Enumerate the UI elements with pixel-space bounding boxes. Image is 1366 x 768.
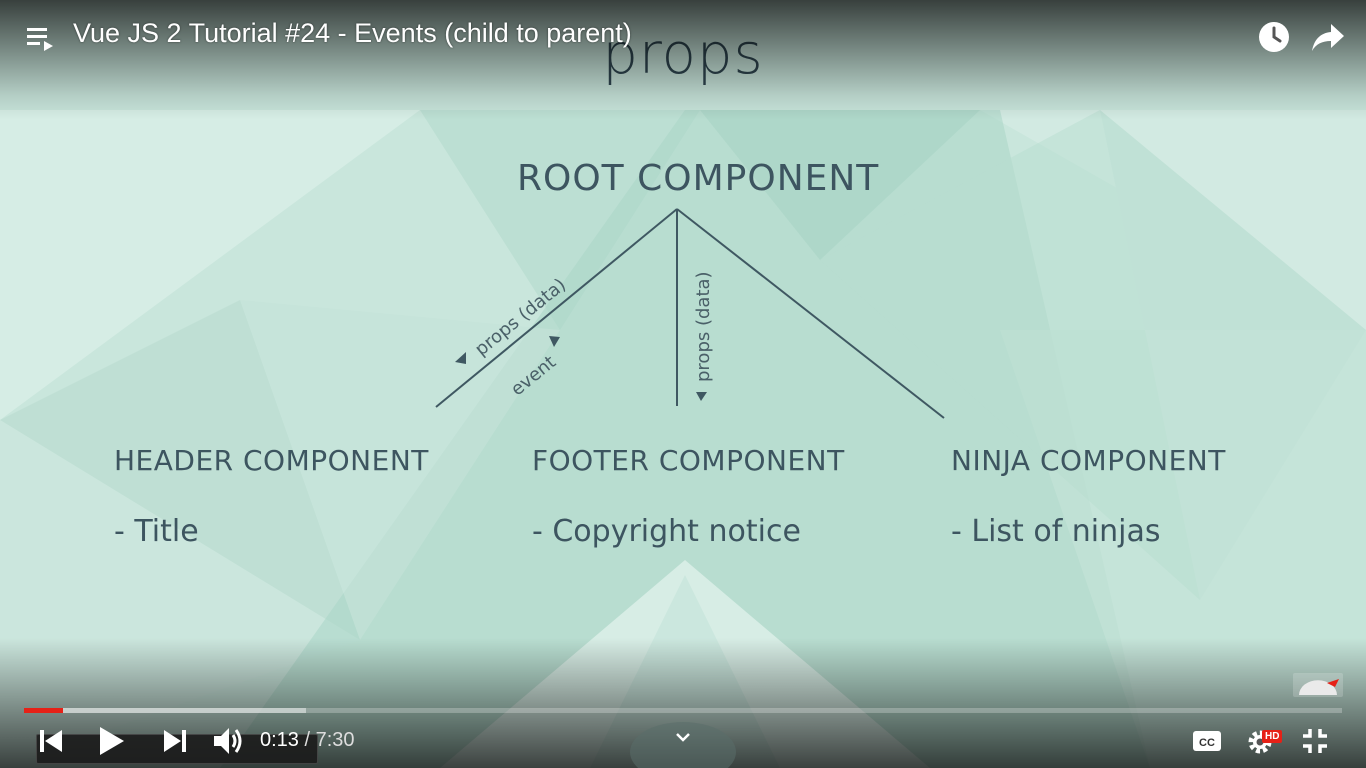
header-component-item: - Title [114,514,199,549]
duration: 7:30 [315,729,355,751]
skip-next-icon[interactable] [162,728,188,758]
skip-previous-icon[interactable] [38,728,64,758]
time-separator: / [298,729,316,751]
cc-icon[interactable]: CC [1192,729,1222,757]
root-component-label: ROOT COMPONENT [517,158,880,199]
footer-component-label: FOOTER COMPONENT [532,444,845,477]
svg-text:CC: CC [1199,737,1215,749]
volume-icon[interactable] [212,725,244,761]
time-display: 0:13 / 7:30 [260,729,355,752]
footer-component-item: - Copyright notice [532,514,801,549]
chevron-down-icon [676,733,690,742]
header-component-label: HEADER COMPONENT [114,444,429,477]
exit-fullscreen-icon[interactable] [1301,727,1329,759]
progress-buffered [24,708,307,713]
edge-label-props-center: props (data) [693,271,714,382]
video-frame[interactable]: props ROOT COMPONENT props (data) event … [0,0,1366,768]
progress-played [24,708,63,713]
channel-watermark[interactable] [1293,673,1343,697]
playlist-icon[interactable] [27,26,57,56]
hd-badge: HD [1262,730,1283,743]
ninja-component-label: NINJA COMPONENT [951,444,1226,477]
progress-bar[interactable] [24,708,1342,713]
share-arrow-icon[interactable] [1311,22,1345,56]
video-title[interactable]: Vue JS 2 Tutorial #24 - Events (child to… [73,18,632,49]
clock-icon[interactable] [1257,20,1291,58]
ninja-component-item: - List of ninjas [951,514,1161,549]
play-icon[interactable] [98,725,126,761]
current-time: 0:13 [260,729,299,751]
expand-panel-button[interactable] [630,722,736,768]
